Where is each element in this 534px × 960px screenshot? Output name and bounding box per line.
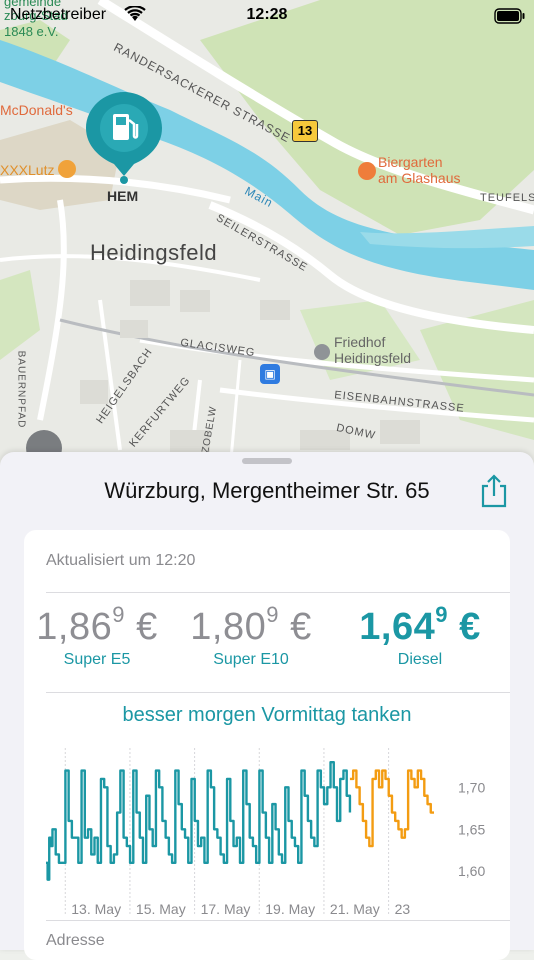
- address-label: Adresse: [46, 932, 105, 949]
- train-station-icon[interactable]: ▣: [260, 364, 280, 384]
- map-label-biergarten[interactable]: Biergarten am Glashaus: [378, 154, 460, 186]
- price-card: Aktualisiert um 12:20 1,869 € Super E5 1…: [24, 530, 510, 960]
- map-label-bauernpfad: BAUERNPFAD: [15, 350, 27, 429]
- station-sheet[interactable]: Würzburg, Mergentheimer Str. 65 Aktualis…: [0, 452, 534, 960]
- map-label-teufels: TEUFELS: [480, 192, 534, 204]
- x-tick-label: 19. May: [265, 901, 315, 917]
- map-view[interactable]: gemeinde zburg-Stad 1848 e.V. McDonald's…: [0, 0, 534, 480]
- x-tick-label: 15. May: [136, 901, 186, 917]
- status-bar: Netzbetreiber 12:28: [0, 0, 534, 34]
- map-label-xxxlutz[interactable]: XXXLutz: [0, 162, 54, 178]
- price-super-e10[interactable]: 1,809 € Super E10: [176, 602, 326, 669]
- forecast-series-line: [349, 769, 434, 848]
- divider: [46, 920, 510, 921]
- map-label-heidingsfeld: Heidingsfeld: [90, 240, 218, 265]
- route-13-badge: 13: [292, 120, 318, 142]
- price-fuel-name: Diesel: [397, 651, 443, 668]
- price-value: 1,809 €: [190, 602, 312, 648]
- history-series-line: [46, 760, 352, 881]
- map-label-friedhof[interactable]: Friedhof Heidingsfeld: [334, 334, 411, 366]
- price-value: 1,869 €: [36, 602, 158, 648]
- share-icon: [481, 474, 507, 508]
- updated-label: Aktualisiert um 12:20: [46, 552, 196, 569]
- biergarten-icon[interactable]: [358, 162, 376, 180]
- price-fuel-name: Super E5: [63, 651, 131, 668]
- y-tick-label: 1,70: [458, 779, 485, 795]
- divider: [46, 592, 510, 593]
- sheet-grabber[interactable]: [242, 458, 292, 464]
- divider: [46, 692, 510, 693]
- y-tick-label: 1,65: [458, 821, 485, 837]
- recommendation-text: besser morgen Vormittag tanken: [122, 704, 412, 726]
- price-history-chart[interactable]: 13. May 15. May 17. May 19. May 21. May 23 1,7…: [24, 738, 510, 918]
- x-tick-label: 21. May: [330, 901, 380, 917]
- y-tick-label: 1,60: [458, 863, 485, 879]
- x-tick-label: 23: [395, 901, 411, 917]
- share-button[interactable]: [478, 474, 510, 508]
- x-tick-label: 13. May: [71, 901, 121, 917]
- pin-label: HEM: [107, 188, 139, 204]
- shop-icon[interactable]: [58, 160, 76, 178]
- status-time: 12:28: [246, 6, 288, 23]
- price-diesel[interactable]: 1,649 € Diesel: [345, 602, 495, 669]
- price-super-e5[interactable]: 1,869 € Super E5: [22, 602, 172, 669]
- station-title: Würzburg, Mergentheimer Str. 65: [104, 478, 430, 503]
- battery-icon: [494, 8, 526, 29]
- x-tick-label: 17. May: [201, 901, 251, 917]
- fuel-pin-icon[interactable]: [84, 88, 164, 188]
- price-fuel-name: Super E10: [213, 651, 289, 668]
- map-label-mcdonalds[interactable]: McDonald's: [0, 102, 73, 118]
- price-value: 1,649 €: [359, 602, 481, 648]
- cemetery-icon[interactable]: [314, 344, 330, 360]
